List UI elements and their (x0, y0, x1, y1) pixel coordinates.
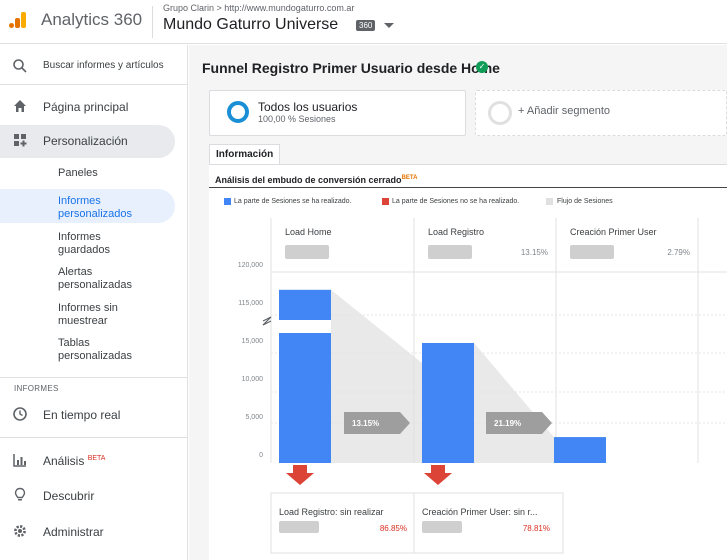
sidebar-item-label: Análisis BETA (43, 454, 105, 468)
dropoff-label: Load Registro: sin realizar (279, 507, 384, 517)
sidebar-search[interactable]: Buscar informes y artículos (0, 57, 188, 77)
sidebar-section-reports: INFORMES (14, 384, 59, 393)
dropoff-value-redacted (422, 521, 462, 533)
top-bar: Analytics 360 Grupo Clarin > http://www.… (0, 0, 727, 44)
chevron-down-icon[interactable] (384, 23, 394, 28)
sidebar-item-discover[interactable]: Descubrir (0, 486, 188, 506)
sidebar-item-label: Administrar (43, 525, 104, 539)
y-tick-label: 5,000 (245, 414, 263, 421)
step-value-redacted (428, 245, 472, 259)
dashboard-grid-icon (14, 134, 27, 147)
flow-pct-label: 21.19% (494, 419, 521, 428)
add-segment-label: + Añadir segmento (518, 105, 611, 117)
bar-load-registro (422, 343, 474, 463)
dropoff-value-redacted (279, 521, 319, 533)
sidebar-item-custom-alerts[interactable]: Alertas personalizadas (58, 266, 148, 292)
gear-icon (14, 525, 26, 537)
step-name: Load Home (285, 227, 332, 237)
dropoff-arrow-icon (424, 465, 452, 485)
sidebar-item-home[interactable]: Página principal (0, 97, 188, 117)
segment-name: Todos los usuarios (258, 100, 358, 114)
dropoff-label: Creación Primer User: sin r... (422, 507, 538, 517)
sidebar: Buscar informes y artículos Página princ… (0, 45, 188, 560)
sidebar-item-label: Página principal (43, 100, 129, 114)
sidebar-item-unsampled-reports[interactable]: Informes sin muestrear (58, 302, 148, 328)
analysis-label: Análisis (43, 454, 85, 468)
sidebar-item-label: En tiempo real (43, 408, 121, 422)
step-value-redacted (570, 245, 614, 259)
step-value-redacted (285, 245, 329, 259)
view-selector[interactable]: Mundo Gaturro Universe (163, 16, 338, 34)
view-badge: 360 (356, 20, 376, 31)
sidebar-item-saved-reports[interactable]: Informes guardados (58, 231, 148, 257)
flow-band-1 (331, 289, 422, 463)
clock-icon (13, 407, 27, 421)
sidebar-item-realtime[interactable]: En tiempo real (0, 405, 188, 425)
axis-break-icon (262, 316, 272, 326)
sidebar-divider (0, 84, 188, 85)
header-divider (152, 6, 153, 38)
app-name: Analytics 360 (41, 10, 143, 29)
step-pct: 2.79% (667, 248, 690, 257)
funnel-chart: 120,000 115,000 15,000 10,000 5,000 0 Load Hom… (238, 218, 727, 554)
lightbulb-icon (14, 487, 26, 501)
sidebar-item-label: Personalización (43, 134, 128, 148)
verified-check-icon: ✓ (476, 61, 488, 73)
bar-creacion-primer-user (554, 437, 606, 463)
analytics-logo-icon (9, 12, 26, 28)
sidebar-item-dashboards[interactable]: Paneles (58, 167, 98, 180)
dropoff-pct: 86.85% (380, 524, 407, 533)
sidebar-item-analysis[interactable]: Análisis BETA (0, 451, 188, 471)
y-tick-label: 115,000 (238, 300, 263, 307)
empty-segment-icon (488, 101, 512, 125)
sidebar-divider (0, 437, 188, 438)
search-icon (13, 59, 27, 73)
y-tick-label: 10,000 (242, 376, 264, 383)
report-main: Funnel Registro Primer Usuario desde Hom… (189, 45, 727, 560)
sidebar-divider (0, 377, 188, 378)
y-tick-label: 120,000 (238, 262, 263, 269)
bar-load-home-upper (279, 289, 331, 320)
report-title: Funnel Registro Primer Usuario desde Hom… (202, 60, 500, 76)
segment-sessions: 100,00 % Sesiones (258, 114, 336, 124)
bar-load-home-lower (279, 333, 331, 463)
segment-all-users[interactable]: Todos los usuarios 100,00 % Sesiones (209, 90, 466, 136)
beta-badge: BETA (87, 455, 106, 462)
sidebar-item-customization[interactable]: Personalización (0, 131, 188, 151)
search-input[interactable]: Buscar informes y artículos (43, 60, 164, 71)
step-pct: 13.15% (521, 248, 548, 257)
y-tick-label: 0 (259, 452, 263, 459)
funnel-panel: Análisis del embudo de conversión cerrad… (209, 165, 727, 560)
dropoff-pct: 78.81% (523, 524, 550, 533)
flow-pct-label: 13.15% (352, 419, 379, 428)
sidebar-item-admin[interactable]: Administrar (0, 522, 188, 542)
sidebar-item-custom-tables[interactable]: Tablas personalizadas (58, 337, 148, 363)
step-name: Load Registro (428, 227, 484, 237)
y-tick-label: 15,000 (242, 338, 264, 345)
analysis-chart-icon (13, 454, 26, 467)
dropoff-arrow-icon (286, 465, 314, 485)
tab-informacion[interactable]: Información (209, 144, 281, 165)
flow-band-2 (474, 343, 554, 463)
account-breadcrumb[interactable]: Grupo Clarin > http://www.mundogaturro.c… (163, 3, 354, 13)
sidebar-item-custom-reports[interactable]: Informes personalizados (58, 195, 158, 221)
add-segment-button[interactable]: + Añadir segmento (475, 90, 727, 136)
segment-ring-icon (227, 101, 249, 123)
step-name: Creación Primer User (570, 227, 657, 237)
home-icon (14, 100, 26, 112)
sidebar-item-label: Descubrir (43, 489, 95, 503)
